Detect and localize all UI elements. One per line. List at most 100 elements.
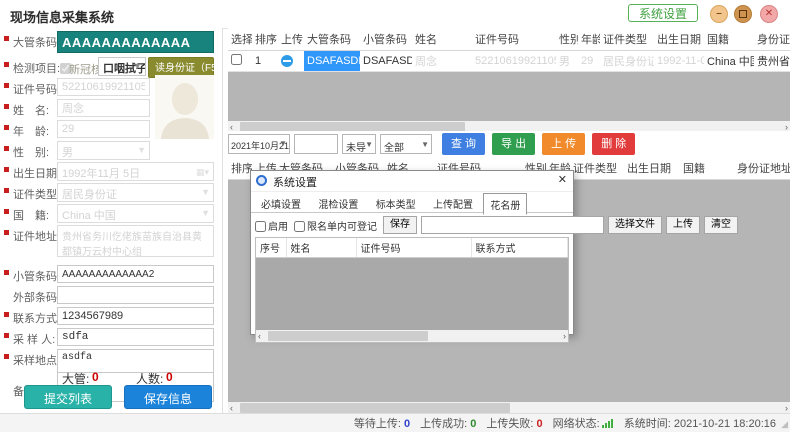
col-small-tube[interactable]: 小管条码 [360, 28, 412, 51]
empty-grid-area [256, 258, 568, 330]
export-filter-select[interactable]: 未导 ▼ [342, 134, 376, 154]
enable-checkbox[interactable] [255, 221, 266, 232]
file-path-input[interactable] [421, 216, 604, 234]
tab-roster[interactable]: 花名册 [483, 193, 527, 215]
col-contact[interactable]: 联系方式 [471, 238, 568, 258]
row-age: 29 [578, 51, 600, 72]
col-address[interactable]: 身份证地址 [754, 28, 790, 51]
col-id-number[interactable]: 证件号码 [356, 238, 471, 258]
system-settings-button[interactable]: 系统设置 [628, 4, 698, 22]
scroll-right-icon[interactable]: › [563, 330, 566, 342]
contact-label: 联系方式: [13, 310, 60, 326]
tab-mixed-test[interactable]: 混检设置 [311, 192, 365, 214]
row-select-checkbox[interactable] [231, 54, 242, 65]
title-bar: 现场信息采集系统 系统设置 – ✕ [0, 0, 790, 29]
big-tube-input[interactable] [57, 31, 214, 53]
col-nationality[interactable]: 国籍 [704, 28, 754, 51]
name-input[interactable] [57, 99, 150, 117]
export-button[interactable]: 导 出 [492, 133, 535, 155]
col-birth[interactable]: 出生日期 [654, 28, 704, 51]
dialog-title: 系统设置 [273, 174, 317, 190]
external-barcode-label: 外部条码: [13, 289, 60, 305]
scrollbar-thumb[interactable] [268, 331, 428, 341]
birth-date-picker[interactable]: 1992年11月 5日 ▦▾ [57, 162, 214, 181]
current-batch-table: 选择 排序 上传 大管条码 小管条码 姓名 证件号码 性别 年龄 证件类型 出生… [228, 28, 790, 72]
chevron-down-icon: ▼ [137, 145, 146, 155]
app-window: 现场信息采集系统 系统设置 – ✕ 大管条码: 检测项目: 新冠核酸 口咽拭子 … [0, 0, 790, 432]
col-nationality[interactable]: 国籍 [680, 157, 734, 180]
minimize-icon[interactable]: – [710, 5, 728, 23]
close-icon[interactable]: ✕ [760, 5, 778, 23]
gender-select[interactable]: 男 ▼ [57, 141, 150, 160]
required-marker [4, 333, 9, 338]
col-address[interactable]: 身份证地址 [734, 157, 790, 180]
horizontal-scrollbar[interactable]: ‹ › [256, 330, 568, 342]
nationality-select[interactable]: China 中国 ▼ [57, 204, 214, 223]
search-input[interactable] [294, 134, 338, 154]
tab-upload-config[interactable]: 上传配置 [426, 192, 480, 214]
dialog-save-button[interactable]: 保存 [383, 216, 417, 234]
submit-list-button[interactable]: 提交列表（F7） [24, 385, 112, 409]
chevron-down-icon: ▼ [421, 140, 429, 149]
dialog-close-icon[interactable]: ✕ [558, 173, 567, 186]
scroll-left-icon[interactable]: ‹ [258, 330, 261, 342]
app-title: 现场信息采集系统 [10, 7, 114, 26]
dialog-controls: 启用 限名单内可登记 保存 选择文件 上传 清空 [251, 213, 573, 237]
upload-status-icon [281, 55, 293, 67]
maximize-icon[interactable] [734, 5, 752, 23]
upload-button[interactable]: 上 传 [542, 133, 585, 155]
age-input[interactable] [57, 120, 150, 138]
query-button[interactable]: 查 询 [442, 133, 485, 155]
scrollbar-thumb[interactable] [240, 403, 510, 413]
col-name[interactable]: 姓名 [412, 28, 472, 51]
small-tube-input[interactable] [57, 265, 214, 283]
tab-required-settings[interactable]: 必填设置 [254, 192, 308, 214]
col-index[interactable]: 序号 [256, 238, 286, 258]
required-marker [4, 36, 9, 41]
col-select[interactable]: 选择 [228, 28, 252, 51]
dialog-clear-button[interactable]: 清空 [704, 216, 738, 234]
success-count: 0 [470, 418, 476, 430]
col-upload[interactable]: 上传 [278, 28, 304, 51]
sample-place-label: 采样地点: [13, 352, 60, 368]
sampler-input[interactable] [57, 328, 214, 346]
required-marker [4, 312, 9, 317]
id-number-label: 证件号码: [13, 81, 60, 97]
all-filter-select[interactable]: 全部 ▼ [380, 134, 432, 154]
id-address-textarea[interactable]: 贵州省务川仡佬族苗族自治县黄都镇万云村中心组 [57, 225, 214, 257]
contact-input[interactable] [57, 307, 214, 325]
col-big-tube[interactable]: 大管条码 [304, 28, 360, 51]
dialog-title-bar[interactable]: 系统设置 ✕ [251, 171, 573, 192]
col-birth[interactable]: 出生日期 [624, 157, 680, 180]
id-type-select[interactable]: 居民身份证 ▼ [57, 183, 214, 202]
required-marker [4, 62, 9, 67]
required-marker [4, 230, 9, 235]
row-birth: 1992-11-05 [654, 51, 704, 72]
dialog-upload-button[interactable]: 上传 [666, 216, 700, 234]
id-type-row: 证件类型: 居民身份证 ▼ [0, 183, 222, 203]
col-id-type[interactable]: 证件类型 [570, 157, 624, 180]
save-info-button[interactable]: 保存信息（F9） [124, 385, 212, 409]
sample-type-select[interactable]: 口咽拭子 ▼ [98, 57, 146, 76]
id-number-input[interactable] [57, 78, 150, 96]
row-id-type: 居民身份证 [600, 51, 654, 72]
table-row[interactable]: 1 DSAFASDFAAAS DSAFASDFAAAS1 周念 52210619… [228, 51, 790, 72]
col-age[interactable]: 年龄 [578, 28, 600, 51]
id-type-label: 证件类型: [13, 186, 60, 202]
tab-specimen-type[interactable]: 标本类型 [369, 192, 423, 214]
birth-label: 出生日期: [13, 165, 60, 181]
col-id-number[interactable]: 证件号码 [472, 28, 556, 51]
col-gender[interactable]: 性别 [556, 28, 578, 51]
col-order[interactable]: 排序 [228, 157, 252, 180]
col-id-type[interactable]: 证件类型 [600, 28, 654, 51]
date-picker[interactable]: 2021年10月21日 ▼ [228, 134, 290, 154]
id-address-label: 证件地址: [13, 228, 60, 244]
resize-grip[interactable]: ◢ [781, 419, 788, 430]
delete-button[interactable]: 删 除 [592, 133, 635, 155]
col-order[interactable]: 排序 [252, 28, 278, 51]
external-barcode-input[interactable] [57, 286, 214, 304]
restrict-checkbox[interactable] [294, 221, 305, 232]
choose-file-button[interactable]: 选择文件 [608, 216, 662, 234]
col-name[interactable]: 姓名 [286, 238, 356, 258]
id-type-value: 居民身份证 [62, 189, 117, 201]
